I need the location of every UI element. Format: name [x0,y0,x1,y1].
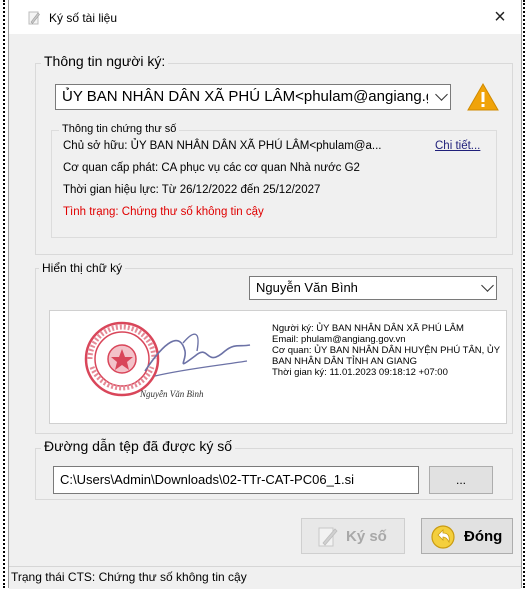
close-icon[interactable]: × [485,4,515,30]
close-button-label: Đóng [464,528,503,545]
cert-details-link[interactable]: Chi tiết... [435,140,480,152]
left-dotted-edge [3,0,5,588]
cert-issuer: Cơ quan cấp phát: CA phục vụ các cơ quan… [63,162,360,174]
signer-select[interactable]: ỦY BAN NHÂN DÂN XÃ PHÚ LÂM<phulam@angian… [55,84,451,110]
output-path-legend: Đường dẫn tệp đã được ký số [41,438,236,454]
output-path-input[interactable]: C:\Users\Admin\Downloads\02-TTr-CAT-PC06… [53,466,419,494]
signature-name-select[interactable]: Nguyễn Văn Bình [249,276,497,300]
chevron-down-icon [435,88,448,101]
sign-document-dialog: Ký số tài liệu × Thông tin người ký: ỦY … [8,0,522,589]
cert-status: Tình trạng: Chứng thư số không tin cậy [63,206,264,218]
signature-preview: Nguyễn Văn Bình Người ký: ỦY BAN NHÂN DÂ… [49,310,507,424]
cert-info-legend: Thông tin chứng thư số [59,123,180,135]
signer-select-value: ỦY BAN NHÂN DÂN XÃ PHÚ LÂM<phulam@angian… [62,88,428,105]
browse-button-label: ... [455,473,466,487]
window-title: Ký số tài liệu [49,11,118,25]
warning-icon [467,82,499,111]
signature-caption: Nguyễn Văn Bình [140,389,204,399]
browse-button[interactable]: ... [429,466,493,494]
title-bar: Ký số tài liệu × [9,0,521,34]
right-dotted-edge [523,0,525,588]
sig-org-line: Cơ quan: ỦY BAN NHÂN DÂN HUYỆN PHÚ TÂN, … [272,345,500,367]
signer-info-legend: Thông tin người ký: [41,53,169,69]
cert-validity: Thời gian hiệu lực: Từ 26/12/2022 đến 25… [63,184,321,196]
sig-time-line: Thời gian ký: 11.01.2023 09:18:12 +07:00 [272,367,448,378]
pen-icon [28,11,40,25]
cert-owner: Chủ sở hữu: ỦY BAN NHÂN DÂN XÃ PHÚ LÂM<p… [63,140,382,152]
signature-name-value: Nguyễn Văn Bình [256,280,358,295]
status-bar: Trạng thái CTS: Chứng thư số không tin c… [9,566,521,589]
status-text: Trạng thái CTS: Chứng thư số không tin c… [11,570,247,584]
signature-display-legend: Hiển thị chữ ký [39,261,126,275]
sign-button[interactable]: Ký số [301,518,405,554]
sig-email-line: Email: phulam@angiang.gov.vn [272,334,406,345]
signature-details: Người ký: ỦY BAN NHÂN DÂN XÃ PHÚ LÂM Ema… [272,323,504,378]
close-button[interactable]: Đóng [421,518,513,554]
handwritten-signature-icon [144,333,251,377]
sig-signer-line: Người ký: ỦY BAN NHÂN DÂN XÃ PHÚ LÂM [272,323,464,334]
sign-button-label: Ký số [346,528,387,545]
chevron-down-icon [481,279,494,292]
pen-icon [318,527,338,547]
exit-icon [431,525,455,549]
cert-info-body: Chủ sở hữu: ỦY BAN NHÂN DÂN XÃ PHÚ LÂM<p… [63,140,493,240]
